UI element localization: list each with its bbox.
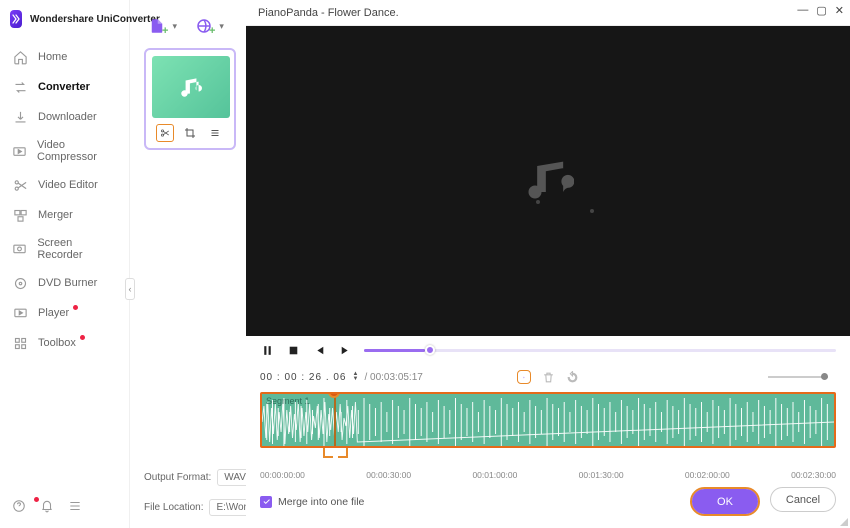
music-note-icon bbox=[522, 153, 574, 210]
maximize-button[interactable]: ▢ bbox=[816, 4, 826, 17]
crop-button[interactable] bbox=[181, 124, 199, 142]
dot-icon bbox=[536, 200, 540, 204]
minimize-button[interactable]: — bbox=[797, 4, 808, 17]
ok-button[interactable]: OK bbox=[692, 489, 758, 514]
record-icon bbox=[12, 241, 27, 257]
total-duration: / 00:03:05:17 bbox=[364, 372, 422, 383]
play-icon bbox=[12, 305, 28, 321]
editor-titlebar: PianoPanda - Flower Dance. — ▢ ✕ bbox=[246, 0, 850, 26]
close-button[interactable]: ✕ bbox=[835, 4, 844, 17]
playhead-marker-icon[interactable] bbox=[328, 392, 340, 396]
grid-icon bbox=[12, 335, 28, 351]
zoom-slider[interactable] bbox=[768, 376, 828, 378]
progress-knob[interactable] bbox=[425, 345, 435, 355]
media-thumbnail bbox=[152, 56, 230, 118]
tick-label: 00:02:30:00 bbox=[791, 470, 836, 480]
delete-segment-button[interactable] bbox=[541, 370, 555, 384]
add-file-button[interactable]: +▾ bbox=[148, 17, 177, 35]
tick-label: 00:01:30:00 bbox=[579, 470, 624, 480]
sidebar: Wondershare UniConverter Home Converter … bbox=[0, 0, 130, 528]
stop-button[interactable] bbox=[286, 343, 300, 357]
add-url-button[interactable]: +▾ bbox=[195, 17, 224, 35]
progress-bar[interactable] bbox=[364, 349, 836, 352]
trim-button[interactable] bbox=[156, 124, 174, 142]
badge-dot-icon bbox=[80, 335, 85, 340]
help-icon[interactable] bbox=[12, 499, 26, 518]
badge-dot-icon bbox=[34, 497, 39, 502]
scissors-icon bbox=[12, 177, 28, 193]
merge-icon bbox=[12, 207, 28, 223]
menu-icon[interactable] bbox=[68, 499, 82, 518]
sidebar-item-downloader[interactable]: Downloader bbox=[0, 102, 129, 132]
converter-icon bbox=[12, 79, 28, 95]
app-logo-icon bbox=[10, 10, 22, 28]
sidebar-item-screen-recorder[interactable]: Screen Recorder bbox=[0, 230, 129, 268]
sidebar-item-label: Merger bbox=[38, 209, 73, 221]
sidebar-item-merger[interactable]: Merger bbox=[0, 200, 129, 230]
editor-footer: Merge into one file OK Cancel bbox=[260, 487, 836, 516]
merge-checkbox[interactable]: Merge into one file bbox=[260, 496, 364, 508]
sidebar-item-label: Video Editor bbox=[38, 179, 98, 191]
playhead-left-bracket-icon bbox=[323, 448, 333, 458]
playhead[interactable] bbox=[334, 394, 336, 446]
app-logo-row: Wondershare UniConverter bbox=[0, 0, 129, 42]
current-time[interactable]: 00 : 00 : 26 . 06 bbox=[260, 372, 347, 383]
waveform-track[interactable]: Segment 1 bbox=[260, 392, 836, 448]
ok-button-highlight: OK bbox=[690, 487, 760, 516]
sidebar-item-label: DVD Burner bbox=[38, 277, 97, 289]
sidebar-item-home[interactable]: Home bbox=[0, 42, 129, 72]
output-format-label: Output Format: bbox=[144, 472, 211, 483]
next-button[interactable] bbox=[338, 343, 352, 357]
sidebar-item-compressor[interactable]: Video Compressor bbox=[0, 132, 129, 170]
collapse-sidebar-button[interactable]: ‹ bbox=[125, 278, 135, 300]
time-stepper[interactable]: ▲▼ bbox=[353, 372, 359, 382]
tick-label: 00:00:30:00 bbox=[366, 470, 411, 480]
preview-area bbox=[246, 26, 850, 336]
timeline-ticks: 00:00:00:00 00:00:30:00 00:01:00:00 00:0… bbox=[246, 462, 850, 480]
cut-segment-button[interactable] bbox=[517, 370, 531, 384]
compress-icon bbox=[12, 143, 27, 159]
sidebar-item-player[interactable]: Player bbox=[0, 298, 129, 328]
sidebar-item-label: Converter bbox=[38, 81, 90, 93]
cancel-button[interactable]: Cancel bbox=[770, 487, 836, 512]
pause-button[interactable] bbox=[260, 343, 274, 357]
time-row: 00 : 00 : 26 . 06 ▲▼ / 00:03:05:17 bbox=[246, 364, 850, 390]
home-icon bbox=[12, 49, 28, 65]
sidebar-footer bbox=[0, 489, 129, 528]
sidebar-item-video-editor[interactable]: Video Editor bbox=[0, 170, 129, 200]
merge-label: Merge into one file bbox=[278, 496, 364, 508]
trim-editor-panel: PianoPanda - Flower Dance. — ▢ ✕ 00 : 00… bbox=[246, 0, 850, 528]
tick-label: 00:02:00:00 bbox=[685, 470, 730, 480]
prev-button[interactable] bbox=[312, 343, 326, 357]
more-button[interactable] bbox=[206, 124, 224, 142]
reset-button[interactable] bbox=[565, 370, 579, 384]
waveform-overlay-icon bbox=[262, 394, 834, 448]
sidebar-item-label: Downloader bbox=[38, 111, 97, 123]
media-card-actions bbox=[152, 118, 228, 142]
sidebar-item-label: Toolbox bbox=[38, 337, 76, 349]
bell-icon[interactable] bbox=[40, 499, 54, 518]
tick-label: 00:01:00:00 bbox=[472, 470, 517, 480]
media-card[interactable] bbox=[144, 48, 236, 150]
sidebar-item-label: Home bbox=[38, 51, 67, 63]
nav: Home Converter Downloader Video Compress… bbox=[0, 42, 129, 489]
sidebar-item-label: Screen Recorder bbox=[37, 237, 117, 261]
sidebar-item-label: Video Compressor bbox=[37, 139, 117, 163]
sidebar-item-dvd-burner[interactable]: DVD Burner bbox=[0, 268, 129, 298]
file-location-label: File Location: bbox=[144, 502, 203, 513]
checkbox-checked-icon bbox=[260, 496, 272, 508]
playhead-right-bracket-icon bbox=[338, 448, 348, 458]
sidebar-item-toolbox[interactable]: Toolbox bbox=[0, 328, 129, 358]
badge-dot-icon bbox=[73, 305, 78, 310]
playback-controls bbox=[246, 336, 850, 364]
dot-icon bbox=[590, 209, 594, 213]
editor-title: PianoPanda - Flower Dance. bbox=[258, 7, 399, 19]
tick-label: 00:00:00:00 bbox=[260, 470, 305, 480]
download-icon bbox=[12, 109, 28, 125]
disc-icon bbox=[12, 275, 28, 291]
sidebar-item-label: Player bbox=[38, 307, 69, 319]
resize-handle-icon[interactable] bbox=[840, 518, 848, 526]
zoom-knob[interactable] bbox=[821, 373, 828, 380]
sidebar-item-converter[interactable]: Converter bbox=[0, 72, 129, 102]
